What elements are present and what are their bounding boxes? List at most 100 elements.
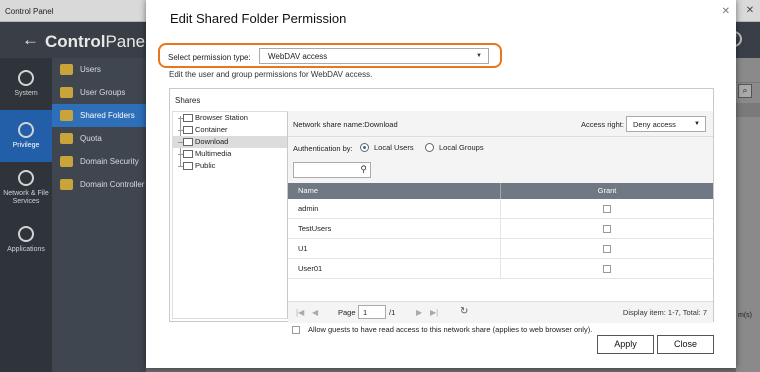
tree-node-label: Download — [195, 137, 229, 146]
sub-nav-label: Domain Security — [80, 157, 139, 166]
close-button[interactable]: Close — [657, 335, 714, 354]
search-icon[interactable]: ⚲ — [360, 164, 367, 175]
permission-table: Name Grant admin TestUsers U1 User01 — [288, 183, 713, 279]
folder-icon — [183, 138, 193, 146]
grant-cell — [501, 239, 713, 258]
nav-item-label: Privilege — [12, 142, 40, 149]
chevron-down-icon: ▼ — [694, 121, 700, 127]
tree-node-public[interactable]: Public — [173, 160, 287, 172]
domain-controller-icon — [60, 179, 73, 190]
access-right-value: Deny access — [633, 120, 676, 129]
grant-checkbox[interactable] — [603, 264, 611, 273]
nav-item-network-file-services[interactable]: Network & File Services — [0, 162, 52, 214]
users-icon — [60, 64, 73, 75]
grant-checkbox[interactable] — [603, 244, 611, 253]
tree-node-container[interactable]: Container — [173, 124, 287, 136]
shares-header: Shares — [175, 96, 201, 105]
apply-button[interactable]: Apply — [597, 335, 654, 354]
permission-type-value: WebDAV access — [268, 52, 328, 61]
guest-access-label: Allow guests to have read access to this… — [308, 325, 593, 334]
tree-node-label: Public — [195, 161, 216, 170]
back-arrow-icon[interactable]: ← — [22, 30, 39, 50]
sub-nav-domain-security[interactable]: Domain Security — [52, 150, 146, 173]
background-search-icon[interactable]: ⌕ — [738, 84, 752, 98]
nav-item-label: System — [14, 90, 38, 97]
access-right-select[interactable]: Deny access ▼ — [626, 116, 706, 132]
sub-nav-label: User Groups — [80, 88, 126, 97]
divider — [736, 82, 760, 83]
nav-item-label: Network & File Services — [3, 190, 49, 205]
radio-selected-icon — [360, 143, 369, 152]
chevron-down-icon: ▼ — [476, 53, 482, 59]
sub-nav-quota[interactable]: Quota — [52, 127, 146, 150]
access-right-label: Access right: — [581, 120, 624, 129]
user-name: TestUsers — [288, 219, 501, 238]
grant-checkbox[interactable] — [603, 224, 611, 233]
tree-node-label: Container — [195, 125, 228, 134]
user-name: User01 — [288, 259, 501, 278]
column-header-grant[interactable]: Grant — [501, 183, 713, 199]
permission-type-select[interactable]: WebDAV access ▼ — [259, 48, 489, 64]
local-groups-radio[interactable]: Local Groups — [425, 143, 484, 152]
globe-icon — [18, 170, 34, 186]
share-tree: Browser Station Container Download Multi… — [172, 111, 288, 319]
page-input[interactable]: 1 — [358, 305, 386, 319]
user-icon — [18, 122, 34, 138]
sub-nav-shared-folders[interactable]: Shared Folders — [52, 104, 146, 127]
refresh-icon[interactable]: ↻ — [460, 306, 468, 317]
network-share-name: Network share name:Download — [293, 120, 398, 129]
search-row: ⚲ — [288, 159, 713, 183]
permission-pane: Network share name:Download Access right… — [288, 111, 713, 334]
search-input[interactable]: ⚲ — [293, 162, 371, 178]
table-row[interactable]: admin — [288, 199, 713, 219]
table-header: Name Grant — [288, 183, 713, 199]
sub-nav-user-groups[interactable]: User Groups — [52, 81, 146, 104]
dialog-title: Edit Shared Folder Permission — [170, 11, 347, 26]
folder-icon — [183, 150, 193, 158]
left-nav: System Privilege Network & File Services… — [0, 58, 52, 372]
grant-checkbox[interactable] — [603, 204, 611, 213]
background-column-text: m(s) — [738, 312, 752, 319]
guest-access-checkbox[interactable] — [292, 325, 300, 334]
nav-item-applications[interactable]: Applications — [0, 214, 52, 266]
grant-cell — [501, 259, 713, 278]
sub-nav-users[interactable]: Users — [52, 58, 146, 81]
tree-node-multimedia[interactable]: Multimedia — [173, 148, 287, 160]
quota-icon — [60, 133, 73, 144]
background-content: ⌕ m(s) — [736, 58, 760, 372]
pagination-bar: |◀ ◀ Page 1 /1 ▶ ▶| ↻ Display item: 1-7,… — [288, 301, 713, 323]
nav-item-label: Applications — [7, 246, 45, 253]
app-title: ControlPanel — [45, 32, 149, 52]
table-row[interactable]: TestUsers — [288, 219, 713, 239]
permission-description: Edit the user and group permissions for … — [169, 70, 373, 79]
table-row[interactable]: U1 — [288, 239, 713, 259]
share-info-row: Network share name:Download Access right… — [288, 111, 713, 137]
radio-unselected-icon — [425, 143, 434, 152]
nav-item-privilege[interactable]: Privilege — [0, 110, 52, 162]
guest-access-option[interactable]: Allow guests to have read access to this… — [288, 325, 713, 334]
prev-page-icon[interactable]: ◀ — [312, 308, 318, 317]
first-page-icon[interactable]: |◀ — [296, 308, 304, 317]
sub-nav: Users User Groups Shared Folders Quota D… — [52, 58, 146, 372]
nav-item-system[interactable]: System — [0, 58, 52, 110]
tree-node-browser-station[interactable]: Browser Station — [173, 112, 287, 124]
tree-node-download[interactable]: Download — [173, 136, 287, 148]
background-table-header — [736, 103, 760, 117]
column-header-name[interactable]: Name — [288, 183, 501, 199]
tree-node-label: Multimedia — [195, 149, 232, 158]
radio-label: Local Groups — [439, 143, 484, 152]
domain-security-icon — [60, 156, 73, 167]
sub-nav-label: Shared Folders — [80, 111, 135, 120]
grant-cell — [501, 199, 713, 218]
app-title-rest: Panel — [105, 32, 149, 51]
local-users-radio[interactable]: Local Users — [360, 143, 414, 152]
user-name: U1 — [288, 239, 501, 258]
close-icon[interactable]: ✕ — [722, 6, 730, 17]
last-page-icon[interactable]: ▶| — [430, 308, 438, 317]
table-row[interactable]: User01 — [288, 259, 713, 279]
authentication-label: Authentication by: — [293, 144, 353, 153]
close-window-icon[interactable]: ✕ — [744, 4, 756, 16]
next-page-icon[interactable]: ▶ — [416, 308, 422, 317]
sub-nav-domain-controller[interactable]: Domain Controller — [52, 173, 146, 196]
user-name: admin — [288, 199, 501, 218]
